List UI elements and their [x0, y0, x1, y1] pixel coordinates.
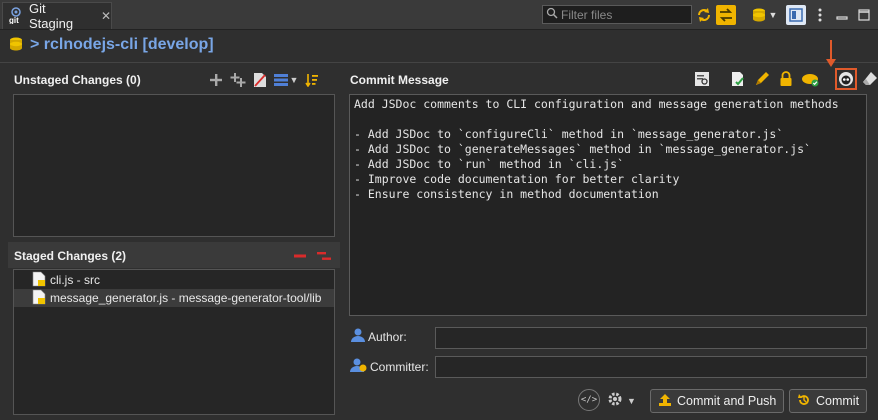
- committer-label: Committer:: [370, 359, 429, 374]
- tab-git-staging[interactable]: git Git Staging ✕: [2, 1, 112, 31]
- view-tab-bar: [0, 0, 878, 30]
- js-file-icon: [32, 271, 46, 290]
- minimize-icon[interactable]: [832, 5, 852, 25]
- annotation-arrow: [825, 40, 837, 71]
- chevron-down-icon: ▼: [289, 75, 299, 85]
- clear-message-icon[interactable]: [860, 69, 878, 89]
- commit-icon: [797, 393, 811, 410]
- repository-breadcrumb: > rclnodejs-cli [develop]: [8, 34, 214, 56]
- generate-commit-message-icon[interactable]: [835, 68, 857, 90]
- maximize-icon[interactable]: [854, 5, 874, 25]
- commit-message-title: Commit Message: [350, 73, 449, 87]
- compare-mode-toggle[interactable]: [716, 5, 736, 25]
- view-menu-icon[interactable]: [810, 5, 830, 25]
- layout-toggle-button[interactable]: [786, 5, 806, 25]
- filter-files-input[interactable]: [561, 7, 681, 22]
- repository-name: > rclnodejs-cli [develop]: [30, 36, 214, 53]
- repository-menu-button[interactable]: ▼: [748, 5, 780, 25]
- unstaged-changes-list[interactable]: [13, 94, 335, 237]
- ignore-file-icon[interactable]: [250, 70, 270, 90]
- staged-file-name: message_generator.js - message-generator…: [50, 291, 322, 305]
- gear-icon: [606, 390, 624, 411]
- unstage-icon[interactable]: [290, 246, 310, 266]
- author-field[interactable]: [435, 327, 867, 349]
- filter-icon: [546, 7, 558, 22]
- header-divider: [0, 62, 878, 63]
- refresh-button[interactable]: [694, 5, 714, 25]
- committer-field[interactable]: [435, 356, 867, 378]
- unstaged-changes-title: Unstaged Changes (0): [14, 73, 141, 87]
- commit-options-button[interactable]: ▼: [606, 390, 636, 411]
- list-icon: [273, 74, 288, 86]
- unstage-all-icon[interactable]: [314, 246, 334, 266]
- filter-files-box[interactable]: [542, 5, 692, 24]
- repository-icon: [752, 8, 765, 22]
- js-file-icon: [32, 289, 46, 308]
- commit-label: Commit: [816, 394, 860, 408]
- stage-all-icon[interactable]: [228, 70, 248, 90]
- stage-icon[interactable]: [206, 70, 226, 90]
- push-upstream-icon[interactable]: [800, 69, 820, 89]
- staged-file-row[interactable]: cli.js - src: [14, 271, 334, 289]
- sign-off-icon[interactable]: [728, 69, 748, 89]
- close-tab-icon[interactable]: ✕: [101, 9, 111, 23]
- author-icon: [350, 327, 366, 346]
- staged-file-name: cli.js - src: [50, 273, 100, 287]
- commit-button[interactable]: Commit: [789, 389, 868, 413]
- commit-and-push-button[interactable]: Commit and Push: [650, 389, 785, 413]
- chevron-down-icon: ▼: [627, 395, 636, 406]
- presentation-menu-button[interactable]: ▼: [272, 70, 300, 90]
- svg-text:git: git: [9, 16, 19, 24]
- committer-label-group: Committer:: [350, 357, 429, 376]
- committer-icon: [350, 357, 368, 376]
- chevron-down-icon: ▼: [768, 10, 778, 20]
- staged-changes-list[interactable]: cli.js - src message_generator.js - mess…: [13, 269, 335, 415]
- author-label-group: Author:: [350, 327, 407, 346]
- repository-icon: [8, 36, 24, 55]
- sort-icon[interactable]: [302, 70, 322, 90]
- tab-title: Git Staging: [29, 1, 74, 31]
- spell-check-icon[interactable]: [692, 69, 712, 89]
- commit-message-editor[interactable]: Add JSDoc comments to CLI configuration …: [349, 94, 867, 316]
- staged-file-row[interactable]: message_generator.js - message-generator…: [14, 289, 334, 307]
- amend-icon[interactable]: [752, 69, 772, 89]
- code-icon[interactable]: </>: [578, 389, 600, 411]
- git-staging-icon: git: [7, 6, 25, 27]
- author-label: Author:: [368, 329, 407, 344]
- lock-icon[interactable]: [776, 69, 796, 89]
- push-icon: [658, 393, 672, 410]
- staged-changes-title: Staged Changes (2): [14, 249, 127, 263]
- commit-and-push-label: Commit and Push: [677, 394, 777, 408]
